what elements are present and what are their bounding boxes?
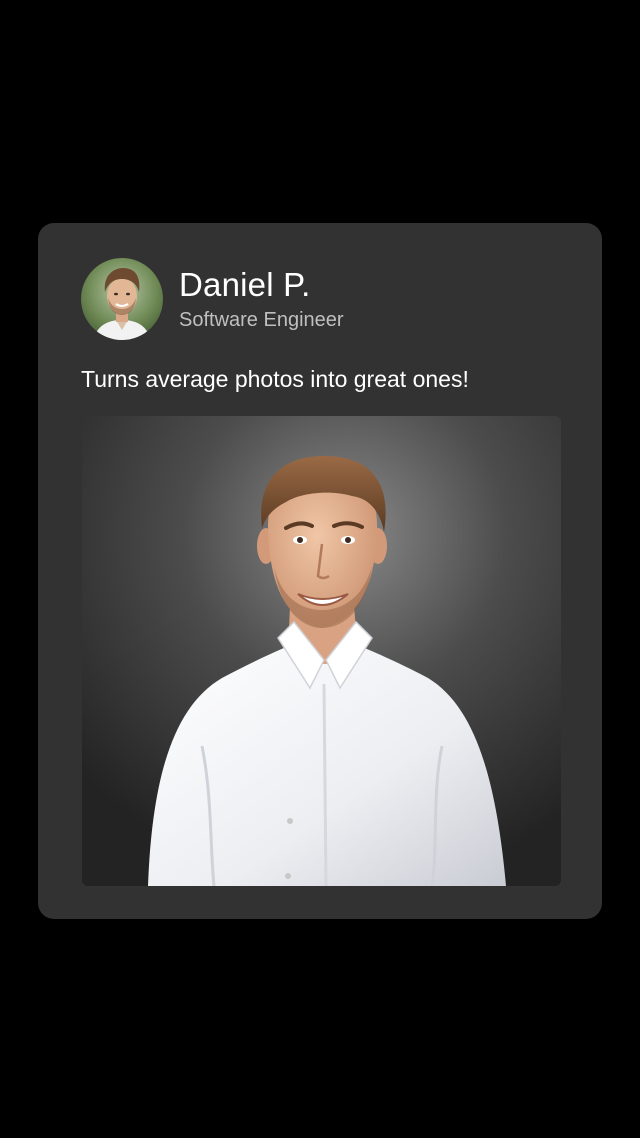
profile-header: Daniel P. Software Engineer <box>81 258 344 340</box>
portrait-image <box>82 416 561 886</box>
post-caption: Turns average photos into great ones! <box>81 366 469 392</box>
testimonial-card: Daniel P. Software Engineer Turns averag… <box>38 223 602 919</box>
avatar[interactable] <box>81 258 163 340</box>
profile-name: Daniel P. <box>179 266 311 303</box>
portrait-photo[interactable] <box>82 416 561 886</box>
profile-title: Software Engineer <box>179 309 344 331</box>
profile-text: Daniel P. Software Engineer <box>179 265 344 333</box>
screen: Daniel P. Software Engineer Turns averag… <box>0 0 640 1138</box>
avatar-image <box>81 258 163 340</box>
